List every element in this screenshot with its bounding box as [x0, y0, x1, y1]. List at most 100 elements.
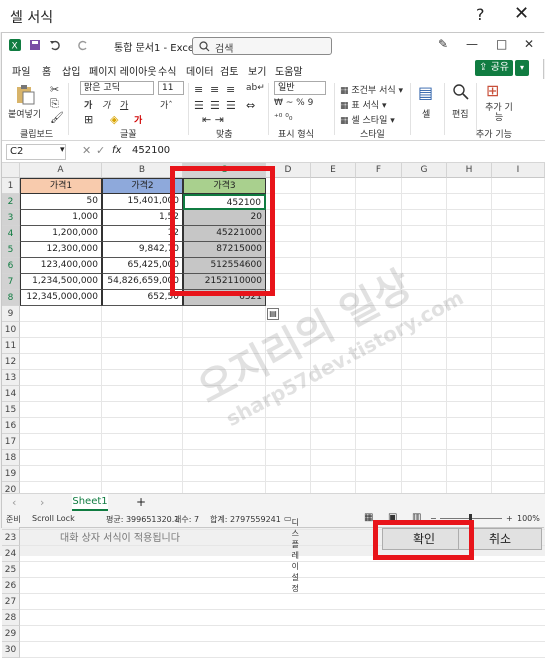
row-header[interactable]: 11	[2, 338, 20, 354]
fill-color-icon[interactable]: ◈	[110, 113, 118, 126]
decimal-icon[interactable]: ⁺⁰ ⁰₀	[274, 113, 292, 123]
chevron-down-icon[interactable]: ▾	[60, 145, 65, 155]
border-icon[interactable]: ⊞	[84, 113, 93, 126]
font-color-icon[interactable]: 가	[134, 113, 142, 126]
row-header[interactable]: 3	[2, 210, 20, 226]
row-header[interactable]: 5	[2, 242, 20, 258]
display-settings-button[interactable]: ▭ 디스플레이 설정	[284, 514, 299, 593]
wrap-text-icon[interactable]: ab↵	[246, 83, 265, 93]
paste-icon[interactable]	[14, 83, 36, 105]
column-header[interactable]: F	[356, 163, 402, 178]
window-close-button[interactable]: ✕	[524, 37, 534, 51]
column-header[interactable]: E	[311, 163, 356, 178]
tab-review[interactable]: 검토	[220, 63, 238, 78]
row-header[interactable]: 9	[2, 306, 20, 322]
row-header[interactable]: 28	[2, 610, 20, 626]
header-cell-a[interactable]: 가격1	[20, 178, 102, 194]
addins-label[interactable]: 추가 기능	[484, 103, 514, 123]
row-header[interactable]: 19	[2, 466, 20, 482]
name-box[interactable]: C2	[6, 144, 66, 160]
cancel-entry-icon[interactable]: ✕	[82, 144, 91, 157]
column-header[interactable]: A	[20, 163, 102, 178]
align-middle-icon[interactable]: ≡	[210, 83, 219, 96]
paste-label[interactable]: 붙여넣기	[8, 107, 41, 120]
table-cell[interactable]: 12,345,000,000	[20, 290, 102, 306]
bold-button[interactable]: 가	[84, 98, 92, 111]
save-icon[interactable]	[28, 38, 42, 52]
table-cell[interactable]: 123,400,000	[20, 258, 102, 274]
row-header[interactable]: 7	[2, 274, 20, 290]
align-top-icon[interactable]: ≡	[194, 83, 203, 96]
addins-icon[interactable]: ⊞	[486, 81, 499, 100]
tab-formulas[interactable]: 수식	[158, 63, 176, 78]
find-icon[interactable]	[452, 83, 470, 101]
tab-insert[interactable]: 삽입	[62, 63, 80, 78]
copy-icon[interactable]: ⎘	[50, 97, 59, 111]
minimize-button[interactable]: —	[466, 37, 478, 51]
cells-label[interactable]: 셀	[422, 107, 430, 120]
formula-input[interactable]: 452100	[132, 145, 170, 156]
select-all-corner[interactable]	[2, 163, 20, 178]
share-button[interactable]: ⇪ 공유	[475, 60, 513, 76]
row-header[interactable]: 17	[2, 434, 20, 450]
function-icon[interactable]: fx	[112, 145, 121, 156]
italic-button[interactable]: 가	[102, 98, 110, 111]
format-painter-icon[interactable]: 🖌	[50, 111, 64, 124]
table-cell[interactable]: 50	[20, 194, 102, 210]
undo-icon[interactable]	[48, 38, 62, 52]
zoom-in-button[interactable]: +	[506, 514, 513, 523]
quick-analysis-icon[interactable]: ▤	[267, 308, 279, 320]
tab-view[interactable]: 보기	[248, 63, 266, 78]
column-header[interactable]: H	[447, 163, 492, 178]
row-header[interactable]: 23	[2, 530, 20, 546]
share-dropdown-icon[interactable]: ▾	[515, 60, 529, 76]
tab-page-layout[interactable]: 페이지 레이아웃	[89, 63, 157, 78]
font-size-select[interactable]: 11	[158, 81, 184, 95]
table-cell[interactable]: 1,200,000	[20, 226, 102, 242]
row-header[interactable]: 14	[2, 386, 20, 402]
row-header[interactable]: 13	[2, 370, 20, 386]
row-header[interactable]: 10	[2, 322, 20, 338]
underline-button[interactable]: 가	[120, 98, 128, 111]
redo-icon[interactable]	[76, 38, 90, 52]
row-header[interactable]: 27	[2, 594, 20, 610]
sheet-tab[interactable]: Sheet1	[72, 494, 108, 511]
row-header[interactable]: 25	[2, 562, 20, 578]
column-header[interactable]: G	[402, 163, 447, 178]
row-header[interactable]: 16	[2, 418, 20, 434]
row-header[interactable]: 30	[2, 642, 20, 658]
row-header[interactable]: 6	[2, 258, 20, 274]
align-right-icon[interactable]: ☰	[226, 99, 236, 112]
close-icon[interactable]: ✕	[514, 3, 529, 24]
indent-icon[interactable]: ⇤ ⇥	[202, 113, 224, 126]
table-cell[interactable]: 12,300,000	[20, 242, 102, 258]
cells-icon[interactable]: ▤	[418, 83, 433, 102]
column-header[interactable]: I	[492, 163, 545, 178]
table-cell[interactable]: 1,000	[20, 210, 102, 226]
row-header[interactable]: 29	[2, 626, 20, 642]
tab-help[interactable]: 도움말	[275, 63, 303, 78]
row-header[interactable]: 8	[2, 290, 20, 306]
align-center-icon[interactable]: ☰	[210, 99, 220, 112]
table-cell[interactable]: 1,234,500,000	[20, 274, 102, 290]
prev-sheet-icon[interactable]: ‹	[12, 496, 16, 509]
confirm-entry-icon[interactable]: ✓	[96, 144, 105, 157]
merge-icon[interactable]: ⇔	[246, 99, 255, 112]
next-sheet-icon[interactable]: ›	[40, 496, 44, 509]
number-format-select[interactable]: 일반	[274, 81, 326, 95]
currency-icon[interactable]: ₩ ~ % 9	[274, 98, 313, 108]
conditional-format-button[interactable]: ▦ 조건부 서식 ▾	[340, 83, 403, 96]
tab-data[interactable]: 데이터	[186, 63, 214, 78]
maximize-button[interactable]: □	[496, 37, 507, 51]
row-header[interactable]: 26	[2, 578, 20, 594]
row-header[interactable]: 18	[2, 450, 20, 466]
tab-file[interactable]: 파일	[12, 63, 30, 78]
row-header[interactable]: 12	[2, 354, 20, 370]
align-bottom-icon[interactable]: ≡	[226, 83, 235, 96]
table-format-button[interactable]: ▦ 표 서식 ▾	[340, 98, 386, 111]
row-header[interactable]: 2	[2, 194, 20, 210]
cell-style-button[interactable]: ▦ 셀 스타일 ▾	[340, 113, 395, 126]
row-header[interactable]: 15	[2, 402, 20, 418]
add-sheet-button[interactable]: +	[136, 495, 146, 509]
row-header[interactable]: 1	[2, 178, 20, 194]
